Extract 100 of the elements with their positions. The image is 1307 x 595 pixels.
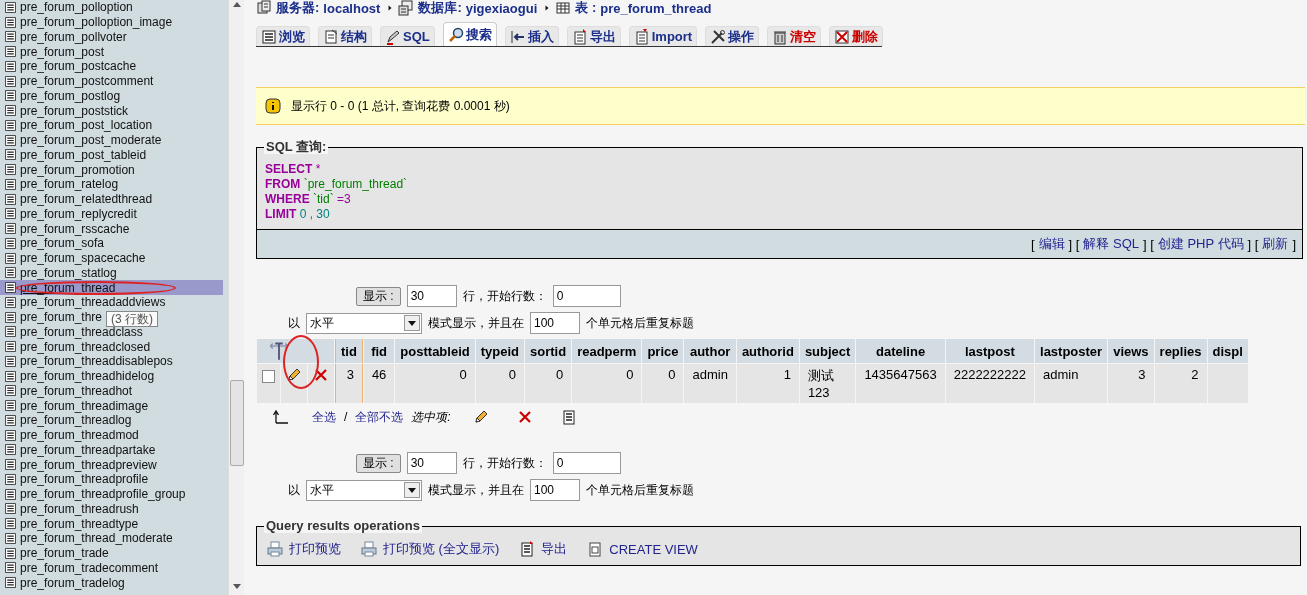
sidebar-item[interactable]: pre_forum_threadclosed: [0, 339, 228, 354]
column-header[interactable]: price: [642, 339, 684, 363]
sidebar-item[interactable]: pre_forum_threadimage: [0, 398, 228, 413]
tab[interactable]: SQL: [380, 26, 435, 46]
sidebar-item[interactable]: pre_forum_postcache: [0, 59, 228, 74]
column-header[interactable]: tid: [335, 339, 363, 363]
scroll-up-icon[interactable]: [233, 2, 241, 7]
tab[interactable]: 结构: [318, 26, 372, 46]
breadcrumb-link[interactable]: localhost: [323, 0, 381, 16]
column-header[interactable]: dateline: [856, 339, 945, 363]
sidebar-item[interactable]: pre_forum_post: [0, 44, 228, 59]
operation-link[interactable]: 导出: [519, 540, 568, 558]
sidebar-item[interactable]: pre_forum_threadaddviews: [0, 295, 228, 310]
tab[interactable]: 删除: [829, 26, 884, 46]
sidebar-item[interactable]: pre_forum_threadhot: [0, 383, 228, 399]
operation-link[interactable]: 打印预览: [267, 540, 341, 558]
scrollbar-thumb[interactable]: [230, 380, 244, 466]
sidebar-item[interactable]: pre_forum_replycredit: [0, 206, 228, 222]
column-header[interactable]: replies: [1154, 339, 1207, 363]
scrollbar[interactable]: [228, 0, 244, 595]
link[interactable]: 刷新: [1262, 235, 1289, 253]
sidebar-item[interactable]: pre_forum_threadpartake: [0, 442, 228, 458]
sidebar-item[interactable]: pre_forum_trade: [0, 545, 228, 561]
link[interactable]: 创建 PHP 代码: [1157, 235, 1244, 253]
tab[interactable]: 清空: [767, 26, 822, 46]
column-header[interactable]: typeid: [475, 339, 524, 363]
column-header[interactable]: fid: [363, 339, 395, 363]
sidebar-item[interactable]: pre_forum_spacecache: [0, 250, 228, 266]
sidebar-item[interactable]: pre_forum_poststick: [0, 103, 228, 118]
show-button[interactable]: 显示 :: [356, 453, 401, 473]
sidebar-item[interactable]: pre_forum_postlog: [0, 88, 228, 104]
column-header[interactable]: readperm: [572, 339, 642, 363]
sidebar-item[interactable]: pre_forum_threadmod: [0, 427, 228, 443]
sidebar-item[interactable]: pre_forum_rsscache: [0, 221, 228, 236]
delete-icon[interactable]: [313, 367, 329, 383]
tab[interactable]: 操作: [705, 26, 760, 46]
document-icon[interactable]: [560, 409, 577, 425]
mode-dropdown[interactable]: 水平: [306, 312, 422, 334]
pencil-icon[interactable]: [286, 367, 302, 383]
check-all-link[interactable]: 全选: [312, 408, 336, 426]
tab[interactable]: 浏览: [256, 26, 310, 46]
tab[interactable]: 导出: [566, 26, 621, 46]
tab[interactable]: Import: [628, 26, 698, 46]
delete-icon[interactable]: [516, 409, 533, 425]
rows-input[interactable]: 30: [406, 285, 457, 307]
show-button[interactable]: 显示 :: [356, 286, 401, 306]
sidebar-item[interactable]: pre_forum_promotion: [0, 162, 228, 177]
sidebar-item[interactable]: pre_forum_statlog: [0, 265, 228, 281]
column-header[interactable]: posttableid: [395, 339, 475, 363]
sidebar-item[interactable]: pre_forum_thread: [0, 280, 223, 295]
link[interactable]: 解释 SQL: [1083, 235, 1139, 253]
repeat-input[interactable]: 100: [530, 312, 580, 334]
sidebar-item[interactable]: pre_forum_polloption: [0, 0, 228, 15]
column-header[interactable]: lastposter: [1035, 339, 1108, 363]
repeat-input[interactable]: 100: [530, 479, 580, 501]
sidebar-item[interactable]: pre_forum_threadhidelog: [0, 368, 228, 384]
start-input[interactable]: 0: [552, 285, 621, 307]
column-header[interactable]: views: [1108, 339, 1154, 363]
sidebar-item[interactable]: pre_forum_relatedthread: [0, 191, 228, 207]
tab[interactable]: 搜索: [442, 22, 497, 46]
column-header[interactable]: sortid: [525, 339, 572, 363]
mode-dropdown[interactable]: 水平: [306, 479, 422, 501]
sidebar-item[interactable]: pre_forum_threadprofile: [0, 472, 228, 487]
column-header[interactable]: authorid: [736, 339, 799, 363]
sidebar-item[interactable]: pre_forum_thread_moderate: [0, 531, 228, 546]
sidebar-item[interactable]: pre_forum_post_location: [0, 118, 228, 133]
operation-link[interactable]: 打印预览 (全文显示): [361, 540, 500, 558]
sidebar-item[interactable]: pre_forum_post_tableid: [0, 147, 228, 163]
tab[interactable]: 插入: [504, 26, 559, 46]
sidebar-item[interactable]: pre_forum_tradecomment: [0, 560, 228, 576]
sidebar-item[interactable]: pre_forum_thre (3 行数): [0, 309, 228, 325]
sidebar-item[interactable]: pre_forum_threadpreview: [0, 457, 228, 472]
column-header[interactable]: displ: [1207, 339, 1248, 363]
link[interactable]: 编辑: [1038, 235, 1065, 253]
sidebar-item[interactable]: pre_forum_threadlog: [0, 413, 228, 428]
column-header[interactable]: lastpost: [945, 339, 1034, 363]
sidebar-item[interactable]: pre_forum_post_moderate: [0, 132, 228, 148]
sidebar-item[interactable]: pre_forum_pollvoter: [0, 29, 228, 45]
column-header[interactable]: author: [684, 339, 736, 363]
sidebar-item[interactable]: pre_forum_sofa: [0, 236, 228, 251]
rows-input[interactable]: 30: [406, 452, 457, 474]
table-icon: [4, 207, 17, 221]
breadcrumb-link[interactable]: pre_forum_thread: [600, 0, 712, 16]
sidebar-item[interactable]: pre_forum_threadtype: [0, 516, 228, 531]
breadcrumb-link[interactable]: yigexiaogui: [465, 0, 538, 16]
sidebar-item[interactable]: pre_forum_postcomment: [0, 73, 228, 89]
checkbox[interactable]: [262, 370, 275, 383]
sidebar-item[interactable]: pre_forum_threaddisablepos: [0, 354, 228, 369]
scroll-down-icon[interactable]: [233, 584, 241, 589]
table-cell: 0: [642, 364, 684, 403]
sidebar-item[interactable]: pre_forum_ratelog: [0, 177, 228, 192]
start-input[interactable]: 0: [552, 452, 621, 474]
pencil-icon[interactable]: [472, 409, 489, 425]
uncheck-all-link[interactable]: 全部不选: [355, 408, 404, 426]
sidebar-item[interactable]: pre_forum_polloption_image: [0, 14, 228, 30]
sidebar-item[interactable]: pre_forum_threadrush: [0, 501, 228, 517]
sidebar-item[interactable]: pre_forum_threadprofile_group: [0, 486, 228, 502]
sidebar-item[interactable]: pre_forum_tradelog: [0, 575, 228, 590]
operation-link[interactable]: CREATE VIEW: [587, 540, 698, 558]
column-header[interactable]: subject: [799, 339, 856, 363]
